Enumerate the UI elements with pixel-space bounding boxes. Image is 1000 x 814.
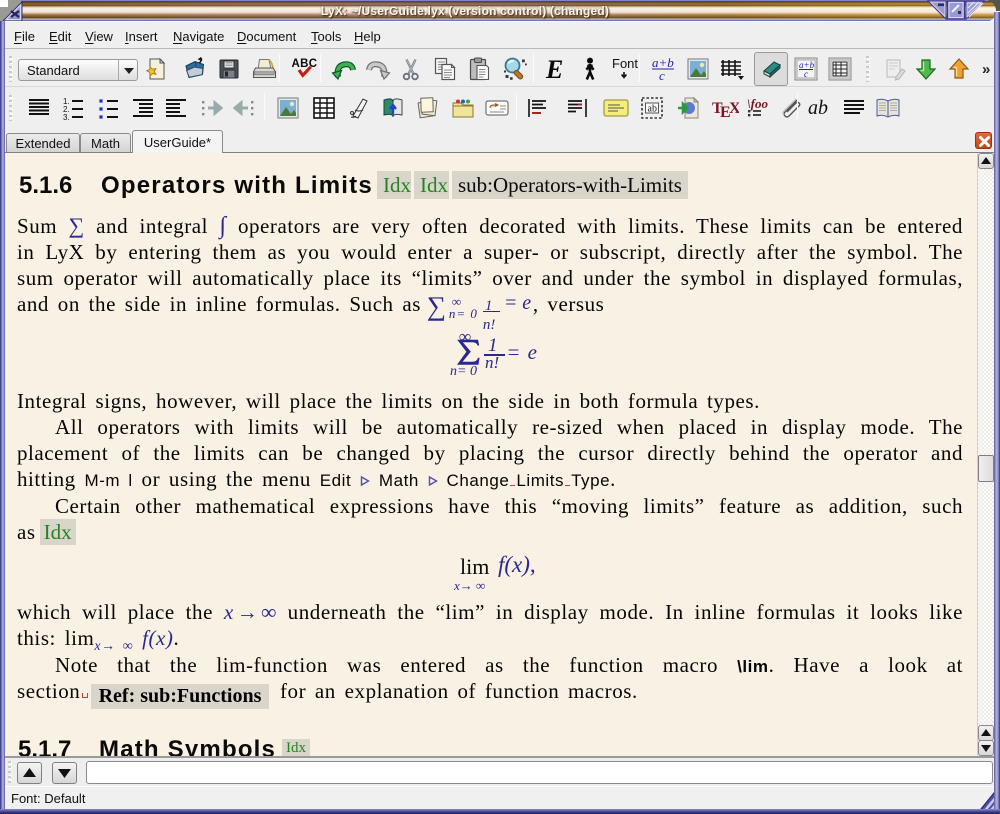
svg-text:ab: ab xyxy=(808,97,828,119)
svg-text:c: c xyxy=(804,69,808,79)
svg-text:E: E xyxy=(545,56,563,82)
svg-text:3.: 3. xyxy=(63,113,70,120)
svg-text:»: » xyxy=(982,61,990,78)
svg-text:ABC: ABC xyxy=(292,58,318,70)
svg-text:\foo: \foo xyxy=(747,96,768,111)
svg-text:Font: Font xyxy=(612,56,638,71)
svg-text:ab: ab xyxy=(648,104,657,115)
svg-text:X: X xyxy=(729,100,739,117)
svg-text:c: c xyxy=(659,68,665,82)
